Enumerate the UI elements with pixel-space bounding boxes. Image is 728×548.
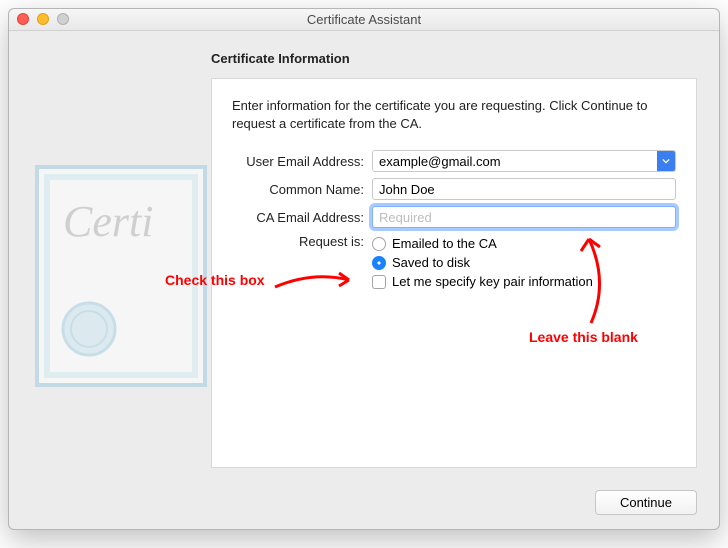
radio-label: Saved to disk: [392, 255, 470, 270]
minimize-icon[interactable]: [37, 13, 49, 25]
common-name-input[interactable]: [372, 178, 676, 200]
label-request-is: Request is:: [232, 234, 372, 249]
window-title: Certificate Assistant: [307, 12, 421, 27]
user-email-combo[interactable]: [372, 150, 676, 172]
titlebar: Certificate Assistant: [9, 9, 719, 31]
radio-saved-to-disk[interactable]: Saved to disk: [372, 255, 676, 270]
zoom-icon: [57, 13, 69, 25]
radio-icon: [372, 237, 386, 251]
label-ca-email: CA Email Address:: [232, 210, 372, 225]
page-heading: Certificate Information: [211, 51, 697, 66]
checkbox-label: Let me specify key pair information: [392, 274, 593, 289]
footer: Continue: [595, 490, 697, 515]
certificate-graphic-icon: Certi: [31, 161, 211, 391]
row-request-is: Request is: Emailed to the CA Saved to d…: [232, 234, 676, 293]
ca-email-input[interactable]: [372, 206, 676, 228]
radio-icon: [372, 256, 386, 270]
content-area: Certi Certificate Information Enter info…: [9, 31, 719, 529]
user-email-input[interactable]: [373, 151, 657, 171]
row-user-email: User Email Address:: [232, 150, 676, 172]
instructions-text: Enter information for the certificate yo…: [232, 97, 676, 132]
window: Certificate Assistant Certi Certificate …: [8, 8, 720, 530]
label-user-email: User Email Address:: [232, 154, 372, 169]
row-ca-email: CA Email Address:: [232, 206, 676, 228]
label-common-name: Common Name:: [232, 182, 372, 197]
svg-text:Certi: Certi: [63, 197, 153, 246]
user-email-dropdown-icon[interactable]: [657, 151, 675, 171]
continue-button[interactable]: Continue: [595, 490, 697, 515]
radio-emailed-to-ca[interactable]: Emailed to the CA: [372, 236, 676, 251]
checkbox-icon: [372, 275, 386, 289]
row-common-name: Common Name:: [232, 178, 676, 200]
radio-label: Emailed to the CA: [392, 236, 497, 251]
traffic-lights: [17, 13, 69, 25]
checkbox-keypair[interactable]: Let me specify key pair information: [372, 274, 676, 289]
close-icon[interactable]: [17, 13, 29, 25]
form-panel: Enter information for the certificate yo…: [211, 78, 697, 468]
